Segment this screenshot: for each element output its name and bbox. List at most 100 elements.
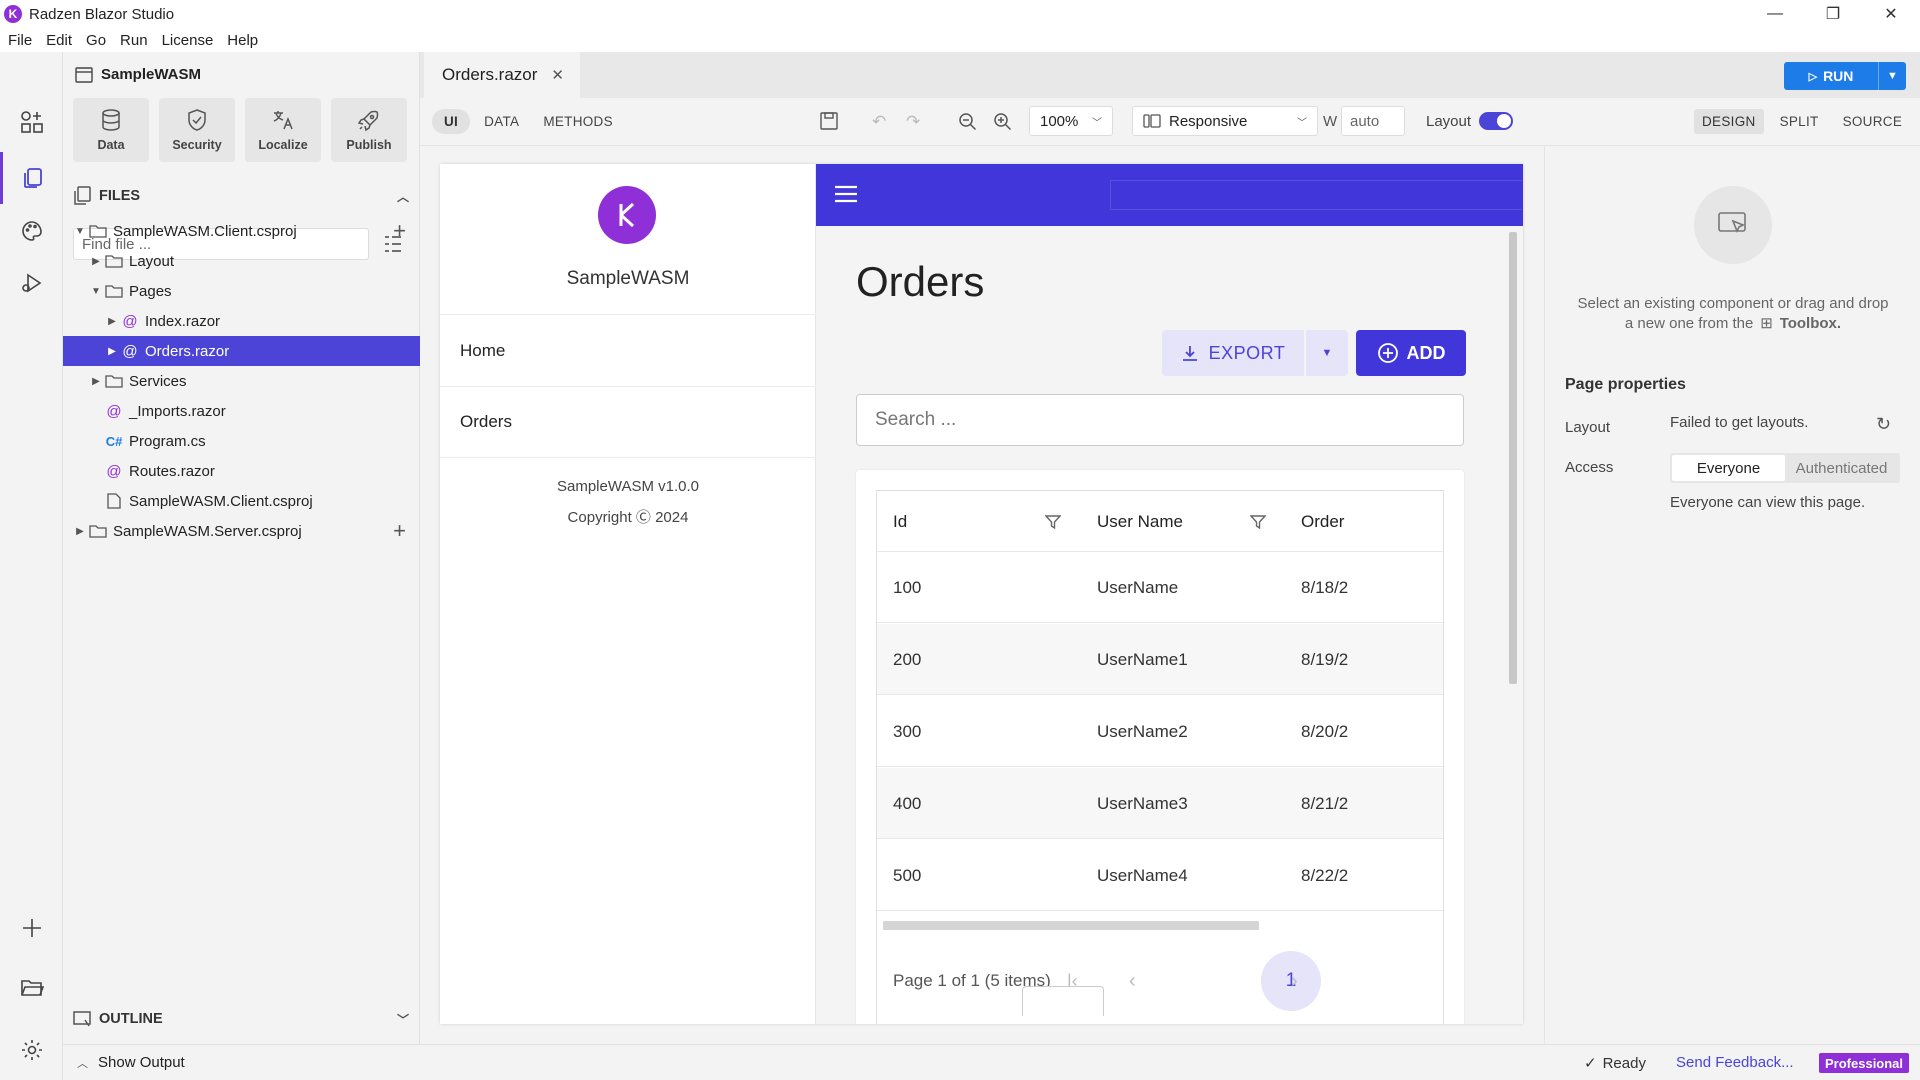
minimize-button[interactable]: — — [1746, 0, 1804, 28]
table-row[interactable]: 300 UserName2 8/20/2 — [877, 696, 1443, 767]
caret-right-icon[interactable]: ▶ — [89, 256, 103, 267]
tree-item[interactable]: ▼ SampleWASM.Client.csproj + — [63, 216, 420, 246]
security-tile-button[interactable]: Security — [159, 98, 235, 162]
horizontal-scrollbar[interactable] — [883, 921, 1259, 930]
redo-icon[interactable]: ↷ — [906, 112, 920, 132]
close-window-button[interactable]: ✕ — [1862, 0, 1920, 28]
table-row[interactable]: 200 UserName1 8/19/2 — [877, 624, 1443, 695]
caret-right-icon[interactable]: ▶ — [105, 316, 119, 327]
caret-right-icon[interactable]: ▶ — [89, 376, 103, 387]
tree-item[interactable]: SampleWASM.Client.csproj — [63, 486, 420, 516]
caret-down-icon[interactable]: ▼ — [73, 226, 87, 237]
search-input[interactable]: Search ... — [856, 394, 1464, 446]
table-row[interactable]: 400 UserName3 8/21/2 — [877, 768, 1443, 839]
show-output-button[interactable]: ︿ Show Output — [77, 1054, 185, 1071]
table-row[interactable]: 100 UserName 8/18/2 — [877, 552, 1443, 623]
view-design[interactable]: DESIGN — [1694, 108, 1764, 134]
app-logo-icon — [598, 186, 656, 244]
tree-item[interactable]: ▶ SampleWASM.Server.csproj + — [63, 516, 420, 546]
expand-chevron-icon[interactable]: ﹀ — [397, 1011, 409, 1028]
data-tile-button[interactable]: Data — [73, 98, 149, 162]
page-size-select[interactable] — [1022, 986, 1104, 1016]
publish-tile-button[interactable]: Publish — [331, 98, 407, 162]
open-folder-icon[interactable] — [0, 962, 63, 1014]
nav-home[interactable]: Home — [440, 314, 816, 386]
filter-icon[interactable] — [1045, 491, 1061, 552]
filter-icon[interactable] — [1250, 491, 1266, 552]
zoom-select[interactable]: 100% ﹀ — [1029, 106, 1113, 136]
tree-item-label: _Imports.razor — [129, 402, 226, 420]
collapse-chevron-icon[interactable]: ︿ — [397, 188, 409, 205]
tree-item[interactable]: ▶ Services — [63, 366, 420, 396]
add-item-icon[interactable]: + — [393, 218, 406, 244]
undo-icon[interactable]: ↶ — [872, 112, 886, 132]
menu-go[interactable]: Go — [86, 32, 106, 49]
tab-orders-razor[interactable]: Orders.razor ✕ — [424, 52, 580, 98]
files-icon[interactable] — [0, 152, 63, 204]
width-input[interactable]: auto — [1341, 106, 1405, 136]
localize-tile-button[interactable]: Localize — [245, 98, 321, 162]
caret-down-icon[interactable]: ▼ — [89, 286, 103, 297]
add-item-icon[interactable]: + — [393, 518, 406, 544]
zoom-in-icon[interactable] — [993, 112, 1013, 132]
theme-palette-icon[interactable] — [0, 205, 63, 257]
table-row[interactable]: 500 UserName4 8/22/2 — [877, 840, 1443, 911]
export-dropdown-button[interactable]: ▼ — [1304, 330, 1348, 376]
tree-item[interactable]: ▶ @ Index.razor — [63, 306, 420, 336]
toolbox-icon[interactable] — [0, 96, 63, 148]
menu-run[interactable]: Run — [120, 32, 148, 49]
menu-file[interactable]: File — [8, 32, 32, 49]
device-select[interactable]: Responsive ﹀ — [1132, 106, 1318, 136]
close-tab-icon[interactable]: ✕ — [551, 66, 564, 84]
access-authenticated-option[interactable]: Authenticated — [1785, 455, 1898, 481]
save-icon[interactable] — [820, 112, 838, 130]
table-cell: UserName4 — [1097, 865, 1188, 885]
run-button[interactable]: ▷ RUN — [1784, 62, 1878, 90]
next-page-icon[interactable]: › — [1291, 970, 1298, 993]
run-dropdown-button[interactable]: ▼ — [1878, 62, 1906, 90]
send-feedback-link[interactable]: Send Feedback... — [1676, 1054, 1794, 1071]
table-cell: UserName — [1097, 577, 1179, 597]
caret-right-icon[interactable]: ▶ — [105, 346, 119, 357]
tree-item[interactable]: ▼ Pages — [63, 276, 420, 306]
design-canvas[interactable]: SampleWASM Home Orders SampleWASM v1.0.0… — [440, 164, 1523, 1024]
nav-orders[interactable]: Orders — [440, 386, 816, 458]
mode-data[interactable]: DATA — [484, 114, 519, 129]
add-icon[interactable] — [0, 902, 63, 954]
vertical-scrollbar[interactable] — [1509, 232, 1517, 684]
files-section-header[interactable]: FILES ︿ — [73, 186, 413, 206]
zoom-out-icon[interactable] — [958, 112, 978, 132]
caret-right-icon[interactable]: ▶ — [73, 526, 87, 537]
view-source[interactable]: SOURCE — [1843, 114, 1903, 129]
tree-item[interactable]: @ _Imports.razor — [63, 396, 420, 426]
menu-license[interactable]: License — [162, 32, 214, 49]
mode-methods[interactable]: METHODS — [543, 114, 613, 129]
prev-page-icon[interactable]: ‹ — [1129, 970, 1136, 993]
column-header-username[interactable]: User Name — [1097, 491, 1183, 552]
tree-item[interactable]: C# Program.cs — [63, 426, 420, 456]
view-split[interactable]: SPLIT — [1780, 114, 1819, 129]
mode-ui[interactable]: UI — [432, 108, 471, 134]
tree-item[interactable]: @ Routes.razor — [63, 456, 420, 486]
settings-gear-icon[interactable] — [0, 1024, 63, 1076]
access-everyone-option[interactable]: Everyone — [1672, 455, 1785, 481]
folder-icon — [87, 524, 109, 538]
column-header-id[interactable]: Id — [893, 491, 907, 552]
hamburger-menu-icon[interactable] — [834, 184, 858, 204]
add-button[interactable]: ADD — [1356, 330, 1466, 376]
layout-toggle[interactable] — [1479, 112, 1514, 130]
column-header-order[interactable]: Order — [1301, 491, 1344, 552]
refresh-icon[interactable]: ↻ — [1876, 414, 1891, 435]
app-name: SampleWASM — [566, 268, 690, 289]
tree-item[interactable]: ▶ Layout — [63, 246, 420, 276]
menu-help[interactable]: Help — [227, 32, 258, 49]
outline-section-header[interactable]: OUTLINE ﹀ — [73, 1010, 413, 1028]
folder-icon — [103, 284, 125, 298]
tree-item[interactable]: ▶ @ Orders.razor — [63, 336, 420, 366]
run-debug-icon[interactable] — [0, 257, 63, 309]
restore-button[interactable]: ❐ — [1804, 0, 1862, 28]
editor-toolbar: UI DATA METHODS ↶ ↷ 100% ﹀ Responsive ﹀ … — [420, 98, 1920, 146]
export-button[interactable]: EXPORT — [1162, 330, 1304, 376]
menu-edit[interactable]: Edit — [46, 32, 72, 49]
mode-switcher: UI DATA METHODS — [432, 108, 613, 134]
